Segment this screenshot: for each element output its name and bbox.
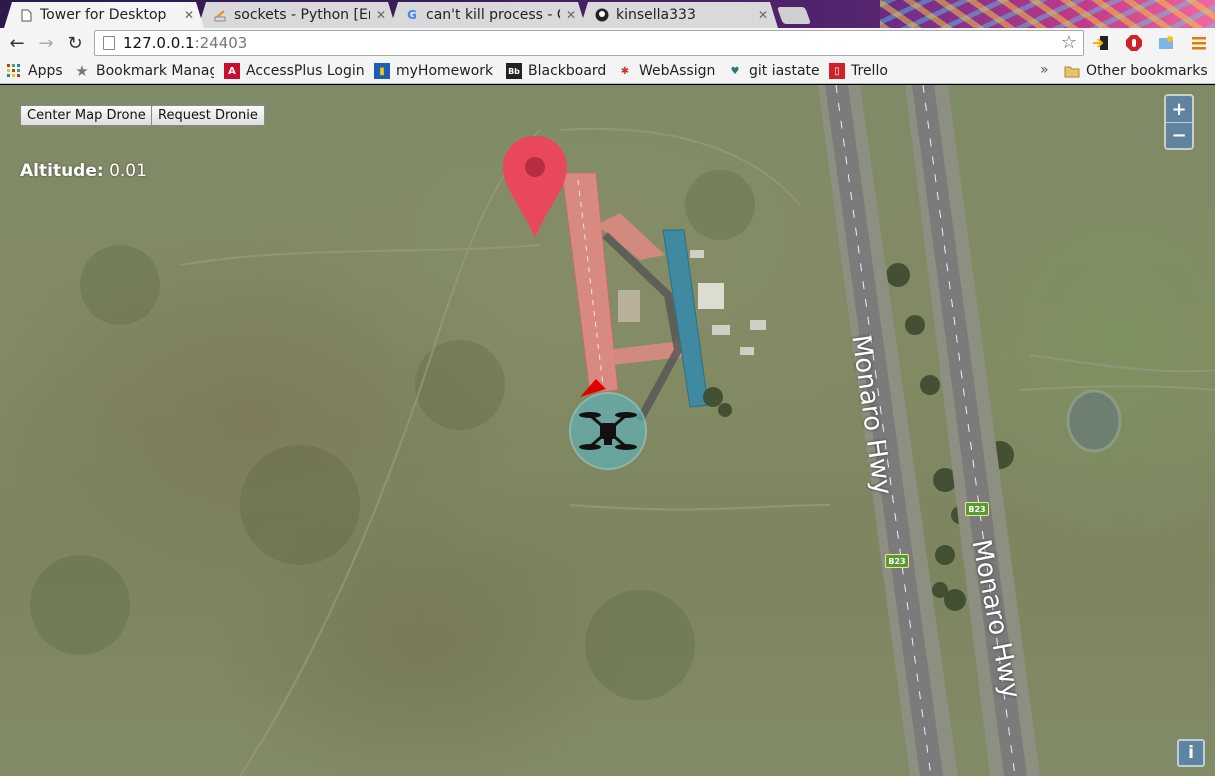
extension-puzzle-icon[interactable] [1154,31,1178,55]
github-icon [594,7,610,23]
close-icon[interactable]: ✕ [184,8,194,22]
close-icon[interactable]: ✕ [376,8,386,22]
other-bookmarks[interactable]: Other bookmarks [1064,61,1208,81]
route-shield: B23 [885,554,909,568]
bookmark-git-iastate[interactable]: ♥ git iastate [727,61,820,81]
menu-icon[interactable] [1187,31,1211,55]
new-tab-button[interactable] [776,7,812,24]
tab-google[interactable]: G can't kill process - Go ✕ [390,2,586,28]
altitude-readout: Altitude: 0.01 [20,161,147,181]
close-icon[interactable]: ✕ [758,8,768,22]
back-arrow-icon[interactable]: ← [5,31,29,55]
tab-title: can't kill process - Go [426,7,553,23]
altitude-label: Altitude: [20,161,104,181]
bookmark-trello[interactable]: ▯ Trello [829,61,888,81]
tab-tower[interactable]: Tower for Desktop ✕ [4,2,204,28]
webassign-icon: ✱ [620,65,630,77]
tab-sockets[interactable]: sockets - Python [Er ✕ [198,2,396,28]
trello-icon: ▯ [829,63,845,79]
drone-icon[interactable] [566,375,652,471]
bookmark-manager[interactable]: ★ Bookmark Manag [74,61,214,81]
bookmark-webassign[interactable]: ✱ WebAssign [617,61,716,81]
google-icon: G [407,8,417,22]
bookmark-accessplus[interactable]: A AccessPlus Login [224,61,365,81]
zoom-in-button[interactable]: + [1166,96,1192,122]
page-icon [18,7,34,23]
request-dronie-button[interactable]: Request Dronie [151,105,265,126]
address-bar[interactable]: 127.0.0.1:24403 ☆ [94,30,1084,56]
stackoverflow-icon [212,7,228,23]
reload-icon[interactable]: ↻ [63,31,87,55]
url-text: 127.0.0.1:24403 [123,34,248,52]
stop-sign-icon[interactable] [1122,31,1146,55]
tab-title: Tower for Desktop [40,7,167,23]
tab-github[interactable]: kinsella333 ✕ [580,2,778,28]
map-marker-icon[interactable] [501,134,569,242]
forward-arrow-icon[interactable]: → [34,31,58,55]
page-icon [103,36,115,50]
bookmark-blackboard[interactable]: Bb Blackboard [506,61,606,81]
bookmark-apps[interactable]: Apps [6,61,63,81]
star-icon: ★ [75,62,89,80]
tab-title: sockets - Python [Er [234,7,370,23]
folder-icon [1064,63,1080,79]
git-icon: ♥ [730,65,740,77]
bookmark-star-icon[interactable]: ☆ [1061,32,1077,53]
tab-title: kinsella333 [616,7,696,23]
extension-exit-icon[interactable] [1089,31,1113,55]
info-button[interactable]: i [1177,739,1205,767]
zoom-out-button[interactable]: − [1166,122,1192,148]
center-map-drone-button[interactable]: Center Map Drone [20,105,153,126]
bookmark-myhomework[interactable]: ▮ myHomework [374,61,493,81]
blackboard-icon: Bb [506,63,522,79]
browser-toolbar: ← → ↻ 127.0.0.1:24403 ☆ [0,28,1215,58]
apps-grid-icon [6,63,22,79]
altitude-value: 0.01 [109,161,147,181]
myhomework-icon: ▮ [374,63,390,79]
zoom-control: + − [1164,94,1194,150]
map-view[interactable]: Monaro Hwy Monaro Hwy B23 B23 Center Map… [0,85,1215,776]
close-icon[interactable]: ✕ [566,8,576,22]
bookmarks-bar: Apps ★ Bookmark Manag A AccessPlus Login… [0,58,1215,84]
route-shield: B23 [965,502,989,516]
accessplus-icon: A [224,63,240,79]
more-bookmarks-chevron[interactable]: » [1040,62,1049,78]
